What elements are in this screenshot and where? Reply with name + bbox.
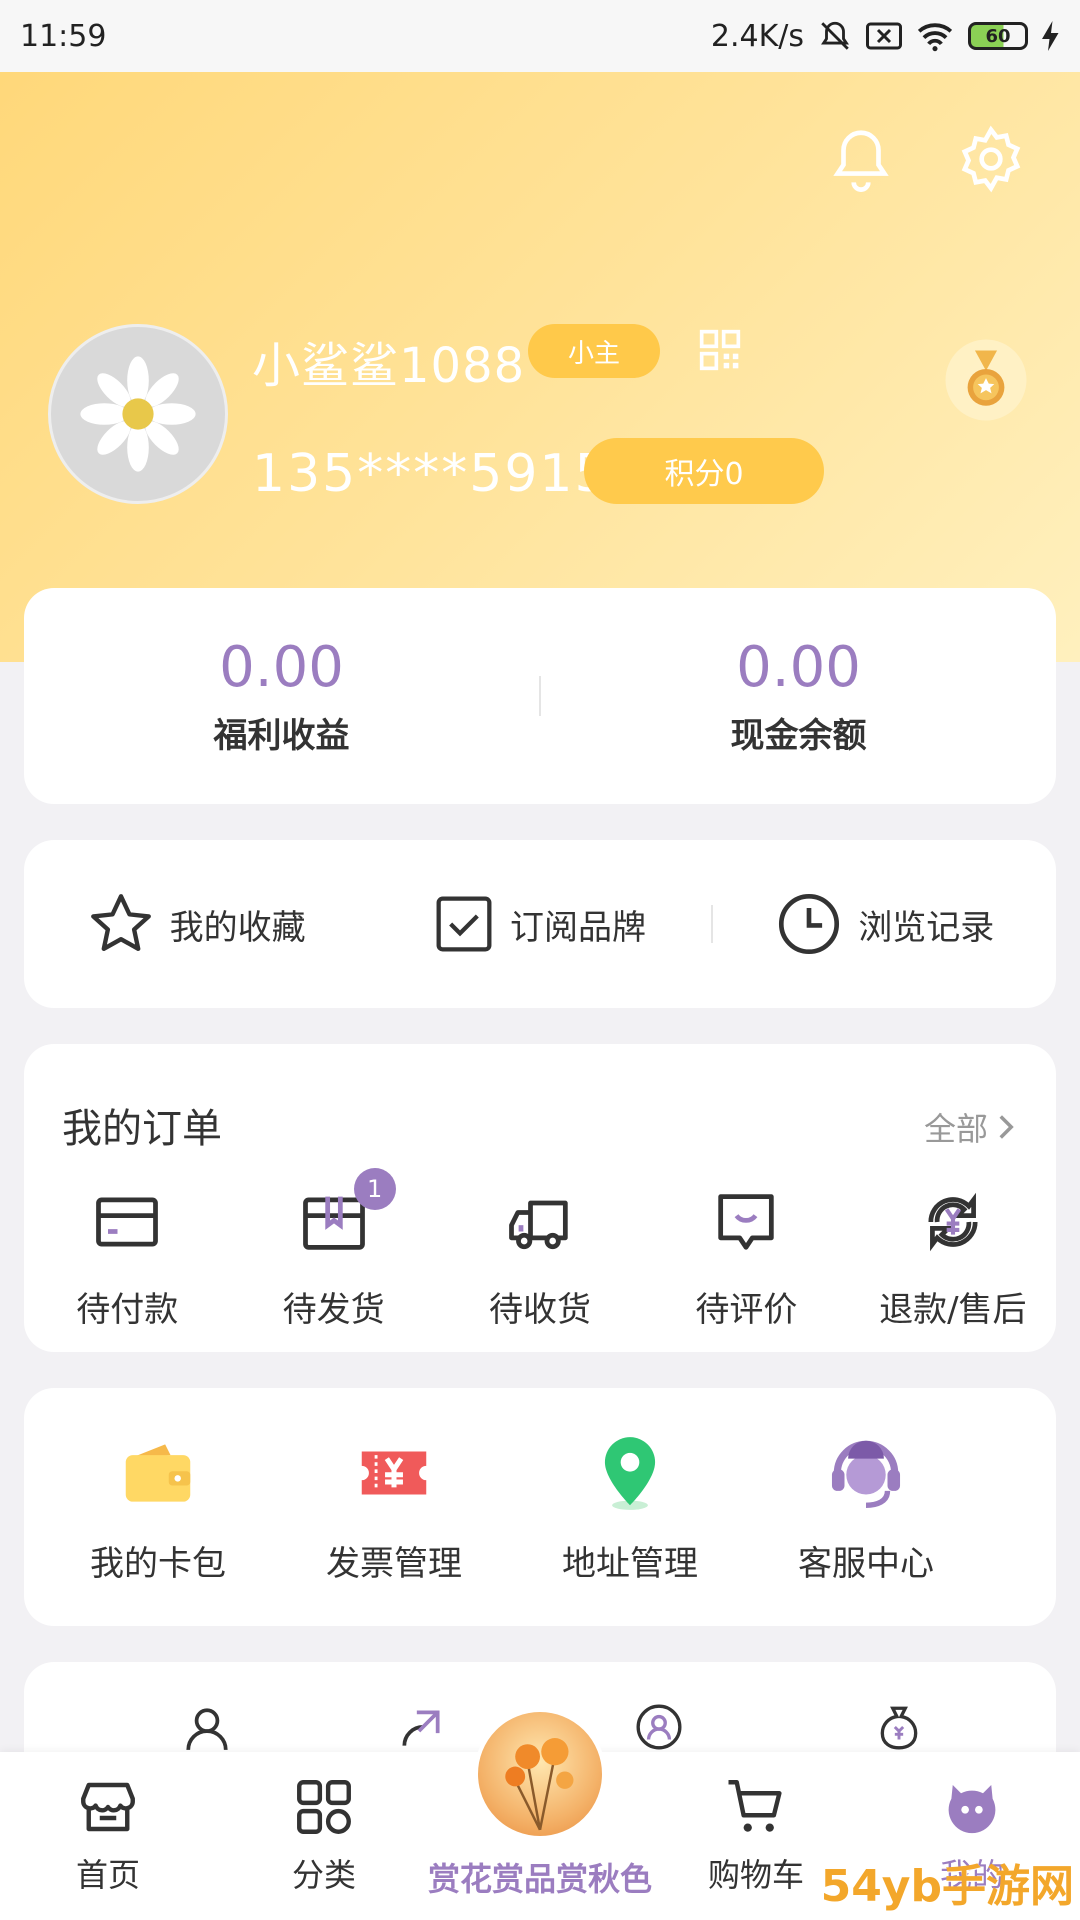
view-all-label: 全部 (923, 1110, 988, 1148)
welfare-label: 福利收益 (213, 716, 350, 756)
history-label: 浏览记录 (858, 907, 995, 948)
order-refund[interactable]: 退款/售后 (850, 1184, 1056, 1331)
user-icon[interactable] (182, 1704, 232, 1754)
tool-label: 客服中心 (798, 1543, 934, 1584)
gear-icon[interactable] (956, 124, 1026, 194)
points-badge[interactable]: 积分0 (584, 438, 824, 504)
order-label: 待收货 (489, 1290, 592, 1330)
edelweiss-icon (80, 356, 196, 472)
wallet-link[interactable]: 我的卡包 (40, 1430, 276, 1585)
charging-icon (1042, 21, 1059, 51)
star-icon (90, 894, 151, 951)
clock-icon (779, 893, 840, 955)
order-pending-review[interactable]: 待评价 (643, 1184, 849, 1331)
grid-icon (297, 1780, 351, 1834)
battery-icon: 60 (968, 22, 1028, 50)
tab-center-label[interactable]: 赏花赏品赏秋色 (410, 1854, 670, 1900)
checkbox-icon (436, 896, 492, 952)
services-card: 我的卡包 发票管理 地址管理 客服中心 (24, 1388, 1056, 1626)
balance-card: 0.00 福利收益 0.00 现金余额 (24, 588, 1056, 804)
status-icons: 2.4K/s 60 (711, 19, 1060, 54)
status-bar: 11:59 2.4K/s 60 (0, 0, 1080, 72)
member-icon[interactable] (622, 1702, 696, 1752)
store-icon (81, 1782, 135, 1832)
qr-code-icon[interactable] (698, 328, 742, 372)
tool-label: 发票管理 (326, 1543, 462, 1584)
phone-number: 135****5915 (252, 444, 610, 504)
invoice-icon (361, 1451, 427, 1494)
tab-center-promo[interactable] (474, 1708, 606, 1840)
tab-label: 购物车 (707, 1856, 804, 1894)
subscribe-label: 订阅品牌 (509, 907, 646, 948)
username: 小鲨鲨1088 (252, 338, 526, 394)
chevron-right-icon (999, 1115, 1014, 1139)
bell-icon[interactable] (826, 124, 896, 194)
level-badge[interactable]: 小主 (528, 324, 660, 378)
order-count-badge: 1 (353, 1168, 396, 1210)
welfare-value: 0.00 (219, 635, 344, 700)
tab-category[interactable]: 分类 (216, 1752, 432, 1896)
tab-label: 首页 (75, 1856, 140, 1894)
cash-value: 0.00 (736, 635, 861, 700)
history-link[interactable]: 浏览记录 (713, 889, 1056, 959)
tool-label: 我的卡包 (90, 1543, 226, 1584)
mine-face-icon (948, 1785, 996, 1834)
avatar[interactable] (48, 324, 228, 504)
tool-label: 地址管理 (562, 1543, 698, 1584)
order-pending-receipt[interactable]: 待收货 (437, 1184, 643, 1331)
view-all-orders-link[interactable]: 全部 (924, 1104, 1016, 1150)
favorites-label: 我的收藏 (169, 907, 306, 948)
share-icon[interactable] (386, 1704, 456, 1754)
order-label: 待发货 (282, 1290, 385, 1330)
sim-off-icon (866, 22, 902, 50)
order-pending-payment[interactable]: 待付款 (24, 1184, 230, 1331)
subscribe-link[interactable]: 订阅品牌 (367, 892, 710, 956)
profile-header: 小鲨鲨1088 小主 135****5915 积分0 (0, 72, 1080, 662)
location-icon (604, 1436, 656, 1510)
customer-service-icon (831, 1440, 901, 1508)
comment-icon (718, 1194, 775, 1250)
refund-icon (928, 1192, 978, 1252)
address-link[interactable]: 地址管理 (512, 1430, 748, 1585)
wifi-icon (917, 23, 953, 52)
flower-icon (505, 1738, 574, 1831)
status-time: 11:59 (20, 18, 107, 54)
customer-service-link[interactable]: 客服中心 (748, 1430, 984, 1585)
cart-icon (728, 1780, 782, 1832)
quick-links-card: 我的收藏 订阅品牌 浏览记录 (24, 840, 1056, 1008)
order-label: 待评价 (695, 1290, 798, 1330)
order-label: 退款/售后 (879, 1290, 1027, 1330)
cash-balance[interactable]: 0.00 现金余额 (541, 635, 1056, 757)
orders-card: 我的订单 全部 待付款 1 待发货 待收货 待评价 退款/售后 (24, 1044, 1056, 1352)
order-label: 待付款 (76, 1290, 179, 1330)
truck-icon (509, 1200, 568, 1250)
card-icon (96, 1197, 159, 1247)
mute-icon (821, 21, 849, 50)
money-bag-icon[interactable] (862, 1702, 936, 1752)
watermark-logo: 54yb手游网 (820, 1861, 1074, 1912)
favorites-link[interactable]: 我的收藏 (24, 889, 367, 959)
tab-home[interactable]: 首页 (0, 1752, 216, 1896)
invoice-link[interactable]: 发票管理 (276, 1430, 512, 1585)
net-speed: 2.4K/s (710, 18, 804, 54)
wallet-icon (125, 1443, 191, 1502)
order-pending-shipment[interactable]: 1 待发货 (230, 1168, 436, 1331)
order-status-row: 待付款 1 待发货 待收货 待评价 退款/售后 (24, 1168, 1056, 1331)
medal-icon[interactable] (940, 334, 1032, 426)
tab-label: 分类 (291, 1856, 356, 1894)
cash-label: 现金余额 (730, 716, 867, 756)
welfare-earnings[interactable]: 0.00 福利收益 (24, 635, 539, 757)
orders-title: 我的订单 (62, 1106, 222, 1152)
